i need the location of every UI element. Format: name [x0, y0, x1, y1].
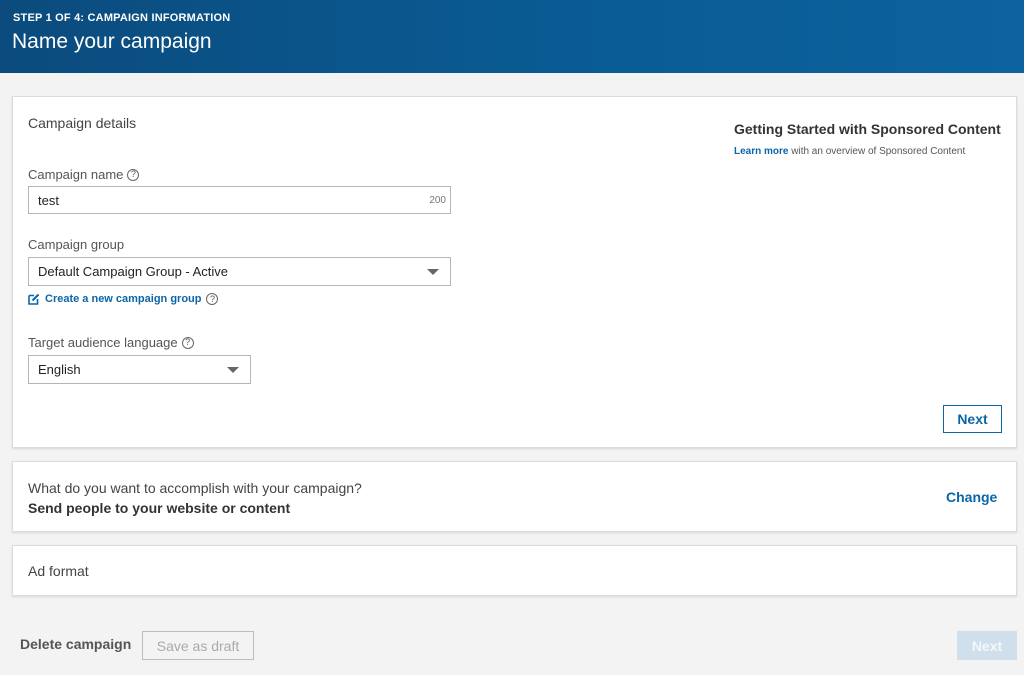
language-select[interactable]: English — [28, 355, 251, 384]
question-circle-icon[interactable]: ? — [181, 336, 194, 349]
campaign-group-select[interactable]: Default Campaign Group - Active — [28, 257, 451, 286]
campaign-group-label: Campaign group — [28, 237, 125, 252]
edit-icon — [28, 293, 40, 305]
question-circle-icon[interactable]: ? — [127, 168, 140, 181]
campaign-name-input[interactable]: test 200 — [28, 186, 451, 214]
change-objective-link[interactable]: Change — [946, 489, 997, 505]
ad-format-label: Ad format — [28, 563, 89, 579]
campaign-name-label: Campaign name ? — [28, 167, 140, 182]
page-header: STEP 1 OF 4: CAMPAIGN INFORMATION Name y… — [0, 0, 1024, 73]
step-indicator: STEP 1 OF 4: CAMPAIGN INFORMATION — [13, 12, 231, 24]
section-title: Campaign details — [28, 115, 137, 131]
page-title: Name your campaign — [12, 30, 212, 53]
caret-down-icon — [427, 269, 439, 275]
sidebar-title: Getting Started with Sponsored Content — [734, 121, 1001, 137]
caret-down-icon — [227, 367, 239, 373]
save-draft-button[interactable]: Save as draft — [142, 631, 254, 660]
sidebar-subtitle: Learn more with an overview of Sponsored… — [734, 146, 966, 157]
language-label: Target audience language ? — [28, 335, 194, 350]
create-campaign-group-link[interactable]: Create a new campaign group ? — [28, 293, 219, 305]
learn-more-link[interactable]: Learn more — [734, 146, 788, 157]
objective-answer: Send people to your website or content — [28, 500, 291, 516]
footer-next-button[interactable]: Next — [957, 631, 1017, 660]
question-circle-icon[interactable]: ? — [206, 293, 219, 305]
delete-campaign-button[interactable]: Delete campaign — [20, 636, 131, 652]
ad-format-card[interactable]: Ad format — [12, 545, 1017, 596]
objective-card: What do you want to accomplish with your… — [12, 461, 1017, 532]
next-button[interactable]: Next — [943, 405, 1002, 433]
char-count: 200 — [429, 195, 446, 206]
objective-question: What do you want to accomplish with your… — [28, 480, 362, 496]
campaign-details-card: Campaign details Campaign name ? test 20… — [12, 96, 1017, 448]
